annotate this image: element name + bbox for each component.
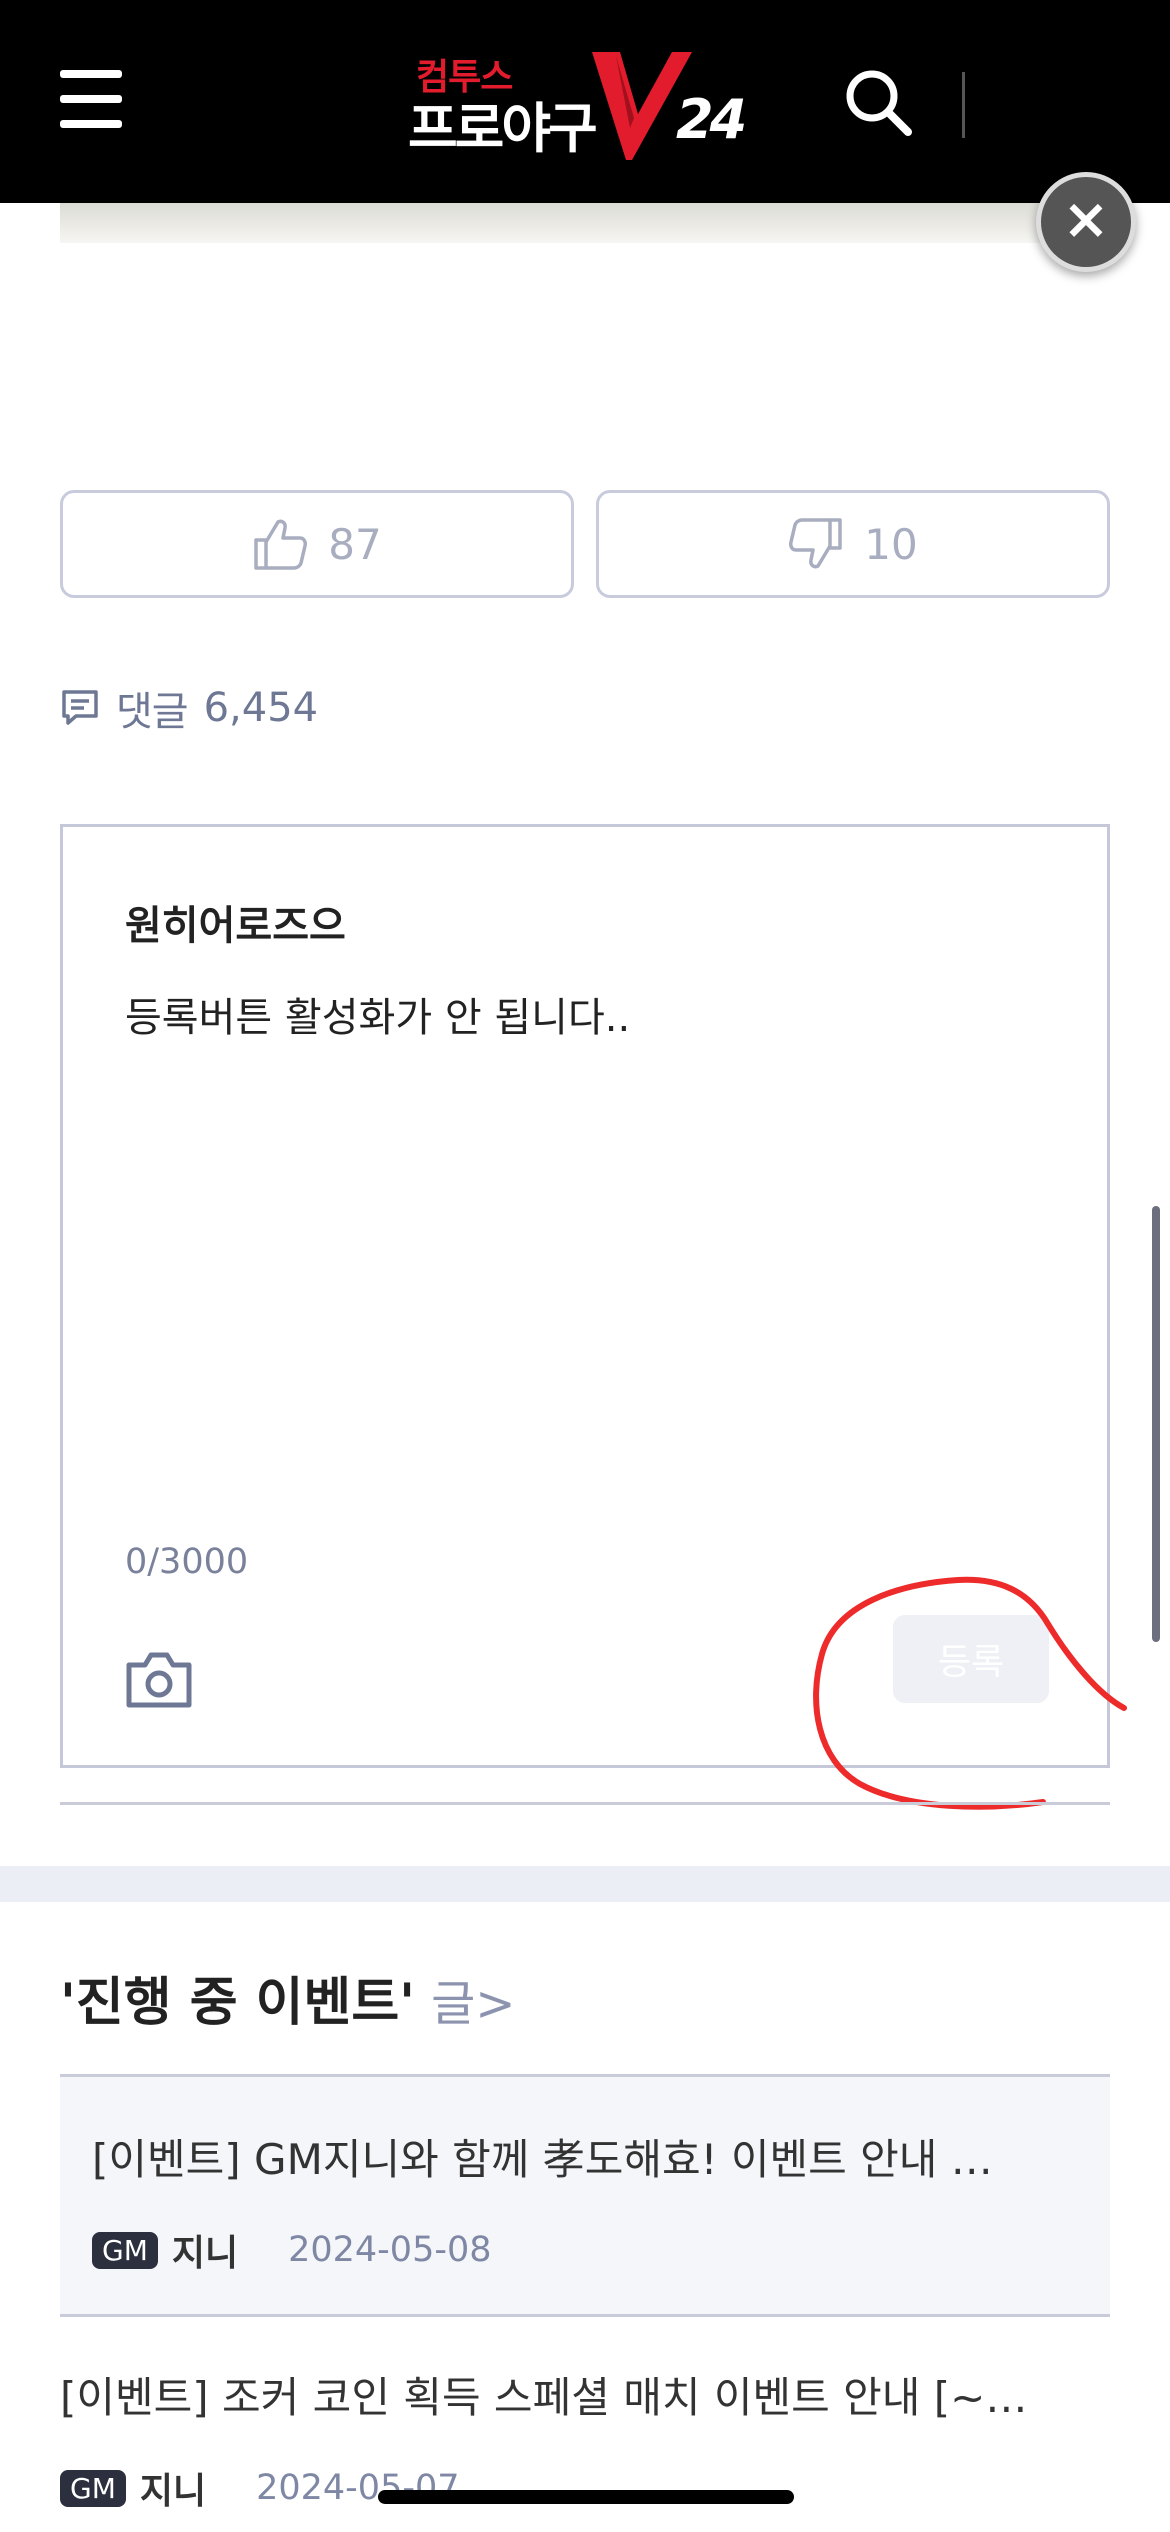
event-meta: GM 지니 2024-05-07 <box>60 2462 460 2514</box>
comment-username: 원히어로즈으 <box>125 903 346 949</box>
like-button[interactable]: 87 <box>60 490 574 598</box>
item-divider <box>60 2314 1110 2317</box>
events-more-link[interactable]: 글> <box>431 1964 515 2034</box>
item-divider <box>60 2074 1110 2077</box>
character-counter: 0/3000 <box>125 1542 249 1582</box>
event-author: 지니 <box>171 2233 239 2274</box>
comment-input-box[interactable]: 원히어로즈으 등록버튼 활성화가 안 됩니다.. 0/3000 등록 <box>60 824 1110 1768</box>
section-separator <box>0 1866 1170 1902</box>
comment-total: 6,454 <box>203 685 319 731</box>
top-header: 컴투스 프로야구 24 <box>0 0 1170 203</box>
menu-icon[interactable] <box>60 68 124 132</box>
events-section-header: '진행 중 이벤트' 글> <box>60 1960 515 2033</box>
event-author: 지니 <box>139 2471 207 2512</box>
home-indicator[interactable] <box>378 2490 794 2504</box>
camera-icon[interactable] <box>123 1649 195 1711</box>
thumbs-up-icon <box>254 519 308 570</box>
article-image-bottom <box>60 203 1110 243</box>
page: 컴투스 프로야구 24 × 87 10 댓글 6,454 원히어로즈으 등록버튼… <box>0 0 1170 2532</box>
list-item[interactable]: [이벤트] GM지니와 함께 孝도해효! 이벤트 안내 … GM 지니 2024… <box>60 2074 1110 2314</box>
dislike-count: 10 <box>864 519 918 569</box>
logo-title: 프로야구 <box>408 97 598 160</box>
comment-textarea[interactable]: 등록버튼 활성화가 안 됩니다.. <box>125 985 630 1043</box>
like-count: 87 <box>328 519 382 569</box>
divider <box>60 1802 1110 1805</box>
gm-badge: GM <box>60 2469 126 2507</box>
header-divider <box>962 72 965 138</box>
app-logo[interactable]: 컴투스 프로야구 24 <box>408 48 748 168</box>
comment-count: 댓글 6,454 <box>60 680 318 736</box>
event-title: [이벤트] GM지니와 함께 孝도해효! 이벤트 안내 … <box>92 2135 993 2184</box>
search-icon[interactable] <box>842 66 914 138</box>
logo-number: 24 <box>676 88 747 151</box>
comment-icon <box>62 690 98 725</box>
submit-button[interactable]: 등록 <box>893 1615 1049 1703</box>
event-meta: GM 지니 2024-05-08 <box>92 2224 492 2276</box>
events-title: '진행 중 이벤트' <box>60 1973 416 2033</box>
event-date: 2024-05-08 <box>288 2230 492 2270</box>
scrollbar[interactable] <box>1152 1206 1160 1642</box>
event-title: [이벤트] 조커 코인 획득 스페셜 매치 이벤트 안내 [~… <box>60 2373 1028 2422</box>
dislike-button[interactable]: 10 <box>596 490 1110 598</box>
comment-label: 댓글 <box>116 689 189 735</box>
close-icon[interactable]: × <box>1036 172 1136 272</box>
gm-badge: GM <box>92 2231 158 2269</box>
thumbs-down-icon <box>789 518 843 569</box>
